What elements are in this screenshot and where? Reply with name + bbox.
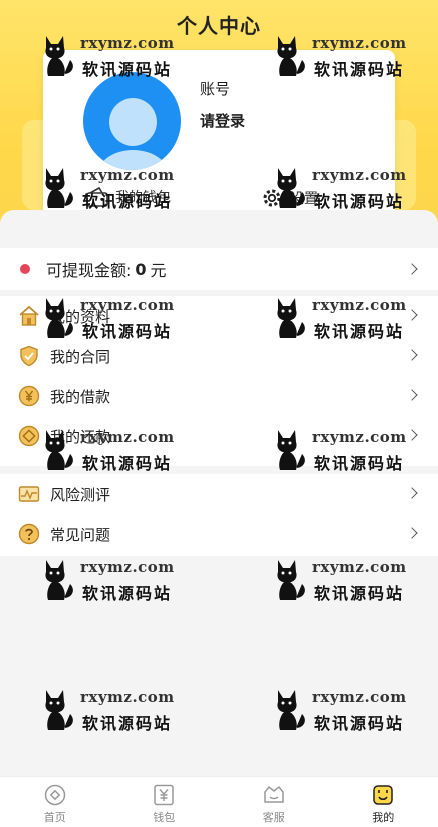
chevron-right-icon — [406, 309, 418, 321]
settings-button[interactable]: 设置 — [260, 186, 318, 210]
menu-group-help: 风险测评 常见问题 — [0, 474, 438, 556]
chevron-right-icon — [406, 349, 418, 361]
tab-label: 客服 — [262, 811, 285, 824]
balance-dot — [20, 264, 30, 274]
yen-coin-icon — [18, 385, 40, 407]
avatar-shoulders — [97, 150, 169, 170]
gear-icon — [263, 189, 281, 207]
menu-group-account: 我的资料 我的合同 我的借款 我的还款 — [0, 296, 438, 466]
home-tab-icon — [43, 783, 67, 807]
tab-wallet[interactable]: 钱包 — [110, 777, 220, 827]
balance-row[interactable]: 可提现金额: 0 元 — [0, 248, 438, 290]
settings-label: 设置 — [290, 191, 318, 207]
wallet-icon — [86, 186, 108, 207]
menu-item-contract[interactable]: 我的合同 — [0, 336, 438, 376]
chevron-right-icon — [406, 429, 418, 441]
profile-tab-icon — [371, 783, 395, 807]
menu-item-loan[interactable]: 我的借款 — [0, 376, 438, 416]
service-tab-icon — [262, 783, 286, 807]
chevron-right-icon — [406, 527, 418, 539]
risk-chart-icon — [18, 483, 40, 505]
repay-coin-icon — [18, 425, 40, 447]
balance-label: 可提现金额: — [46, 261, 132, 280]
account-label: 账号 — [200, 80, 231, 98]
tab-service[interactable]: 客服 — [219, 777, 329, 827]
chevron-right-icon — [406, 263, 418, 275]
menu-item-label: 我的还款 — [50, 427, 111, 446]
avatar[interactable] — [83, 72, 181, 170]
chevron-right-icon — [406, 389, 418, 401]
tab-label: 钱包 — [153, 811, 176, 824]
main-content: 可提现金额: 0 元 我的资料 我的合同 我的借款 我的还款 风险测评 常见问题 — [0, 210, 438, 776]
menu-item-label: 风险测评 — [50, 485, 111, 504]
shield-icon — [18, 345, 40, 367]
profile-card: 账号 请登录 我的钱包 设置 — [43, 50, 395, 228]
menu-item-label: 我的合同 — [50, 347, 111, 366]
menu-item-profile[interactable]: 我的资料 — [0, 296, 438, 336]
menu-item-label: 我的资料 — [50, 307, 111, 326]
tab-label: 我的 — [372, 811, 395, 824]
balance-unit: 元 — [150, 261, 167, 280]
avatar-head — [109, 98, 157, 146]
balance-amount: 0 — [135, 259, 147, 279]
my-wallet-button[interactable]: 我的钱包 — [85, 186, 171, 208]
menu-item-repayment[interactable]: 我的还款 — [0, 416, 438, 456]
menu-item-label: 我的借款 — [50, 387, 111, 406]
bottom-tab-bar: 首页 钱包 客服 我的 — [0, 776, 438, 827]
page-title: 个人中心 — [177, 14, 261, 38]
wallet-tab-icon — [152, 783, 176, 807]
tab-label: 首页 — [43, 811, 66, 824]
my-wallet-label: 我的钱包 — [115, 190, 171, 206]
tab-profile[interactable]: 我的 — [329, 777, 438, 827]
login-link[interactable]: 请登录 — [200, 110, 245, 131]
menu-item-label: 常见问题 — [50, 525, 111, 544]
tab-home[interactable]: 首页 — [0, 777, 110, 827]
chevron-right-icon — [406, 487, 418, 499]
menu-item-faq[interactable]: 常见问题 — [0, 514, 438, 554]
menu-item-risk-assessment[interactable]: 风险测评 — [0, 474, 438, 514]
question-icon — [18, 523, 40, 545]
home-icon — [18, 305, 40, 327]
